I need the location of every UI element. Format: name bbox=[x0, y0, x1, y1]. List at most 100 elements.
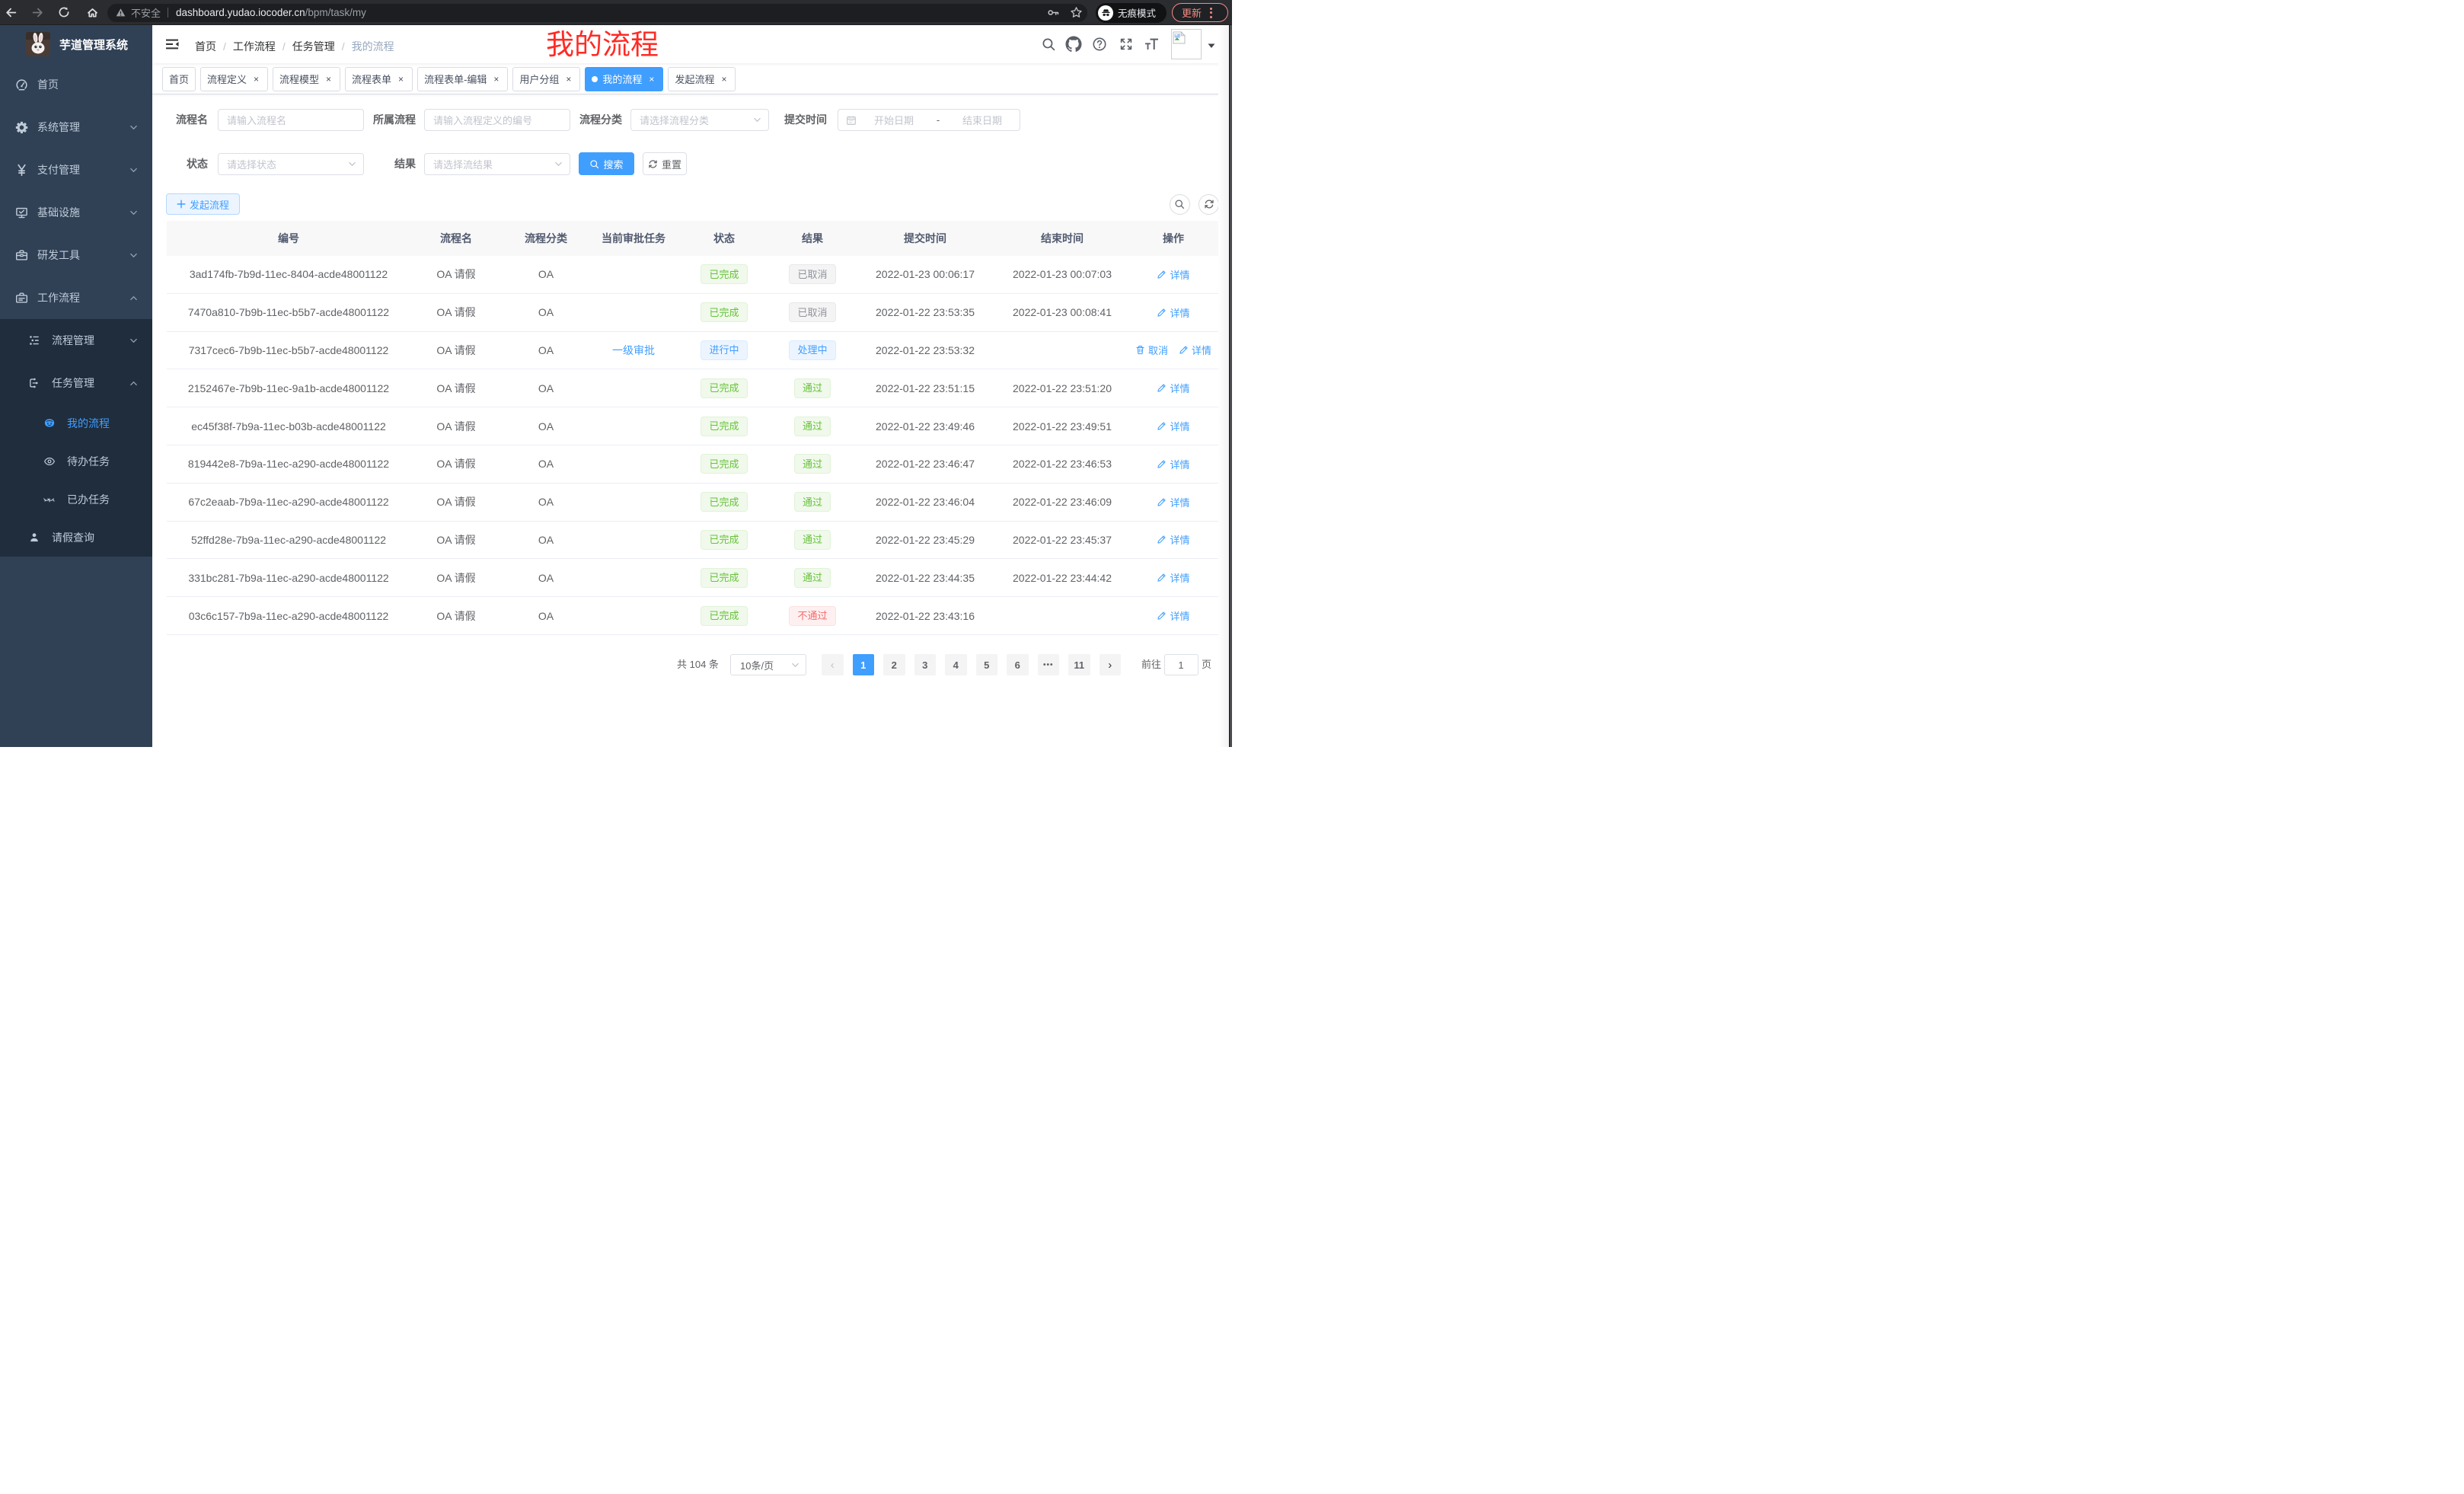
github-icon[interactable] bbox=[1066, 37, 1082, 53]
page-button[interactable]: ••• bbox=[1038, 654, 1060, 675]
detail-link[interactable]: 详情 bbox=[1157, 570, 1189, 585]
cell-result: 不通过 bbox=[771, 597, 854, 634]
address-bar[interactable]: 不安全 dashboard.yudao.iocoder.cn/bpm/task/… bbox=[107, 4, 1087, 22]
fullscreen-icon[interactable] bbox=[1119, 37, 1133, 51]
tag-close-icon[interactable]: × bbox=[396, 74, 406, 84]
tag-view-item[interactable]: 流程模型 × bbox=[273, 67, 340, 91]
browser-update-button[interactable]: 更新 bbox=[1172, 3, 1228, 22]
tag-close-icon[interactable]: × bbox=[251, 74, 261, 84]
refresh-table-button[interactable] bbox=[1198, 194, 1219, 215]
tag-close-icon[interactable]: × bbox=[491, 74, 501, 84]
user-avatar[interactable] bbox=[1171, 29, 1202, 59]
table-row: 7470a810-7b9b-11ec-b5b7-acde48001122 OA … bbox=[167, 294, 1219, 332]
sidebar-submenu-item[interactable]: 已办任务 bbox=[0, 480, 152, 519]
browser-menu-icon[interactable] bbox=[1210, 8, 1212, 18]
sidebar-menu-item[interactable]: 研发工具 bbox=[0, 234, 152, 276]
detail-link[interactable]: 详情 bbox=[1157, 381, 1189, 395]
detail-link[interactable]: 详情 bbox=[1157, 305, 1189, 320]
avatar-dropdown-caret-icon[interactable] bbox=[1207, 41, 1216, 50]
sidebar-submenu-item[interactable]: 任务管理 bbox=[0, 362, 152, 404]
sidebar-fold-icon[interactable] bbox=[164, 37, 180, 51]
browser-reload-button[interactable] bbox=[55, 3, 73, 21]
cancel-link[interactable]: 取消 bbox=[1135, 343, 1168, 357]
detail-link[interactable]: 详情 bbox=[1157, 419, 1189, 433]
show-search-toggle-button[interactable] bbox=[1170, 194, 1190, 215]
browser-back-button[interactable] bbox=[2, 3, 20, 21]
header-search-icon[interactable] bbox=[1042, 37, 1056, 52]
menu-item-label: 支付管理 bbox=[37, 162, 80, 177]
bookmark-star-icon[interactable] bbox=[1070, 6, 1083, 19]
page-button[interactable]: 6 bbox=[1007, 654, 1029, 675]
sidebar-submenu-item[interactable]: 流程管理 bbox=[0, 319, 152, 362]
broken-image-icon bbox=[1173, 31, 1186, 44]
page-button[interactable]: 2 bbox=[883, 654, 905, 675]
tag-close-icon[interactable]: × bbox=[646, 74, 656, 84]
filter-result-select[interactable]: 请选择流结果 bbox=[424, 153, 570, 175]
table-body: 3ad174fb-7b9d-11ec-8404-acde48001122 OA … bbox=[167, 256, 1219, 635]
sidebar-menu-item[interactable]: 基础设施 bbox=[0, 191, 152, 234]
tag-close-icon[interactable]: × bbox=[563, 74, 573, 84]
cell-status: 已完成 bbox=[677, 256, 771, 293]
browser-home-button[interactable] bbox=[83, 3, 101, 21]
detail-link[interactable]: 详情 bbox=[1157, 457, 1189, 471]
page-jump-input[interactable] bbox=[1164, 654, 1198, 675]
sidebar-menu-item[interactable]: 首页 bbox=[0, 63, 152, 106]
detail-link[interactable]: 详情 bbox=[1157, 532, 1189, 547]
tag-close-icon[interactable]: × bbox=[324, 74, 334, 84]
page-button[interactable]: 3 bbox=[914, 654, 937, 675]
search-button[interactable]: 搜索 bbox=[579, 152, 634, 175]
reset-button[interactable]: 重置 bbox=[643, 152, 687, 175]
breadcrumb-workflow[interactable]: 工作流程 bbox=[233, 39, 276, 54]
edit-pen-icon bbox=[1179, 345, 1189, 355]
detail-link[interactable]: 详情 bbox=[1157, 608, 1189, 623]
browser-forward-button[interactable] bbox=[28, 3, 46, 21]
detail-link[interactable]: 详情 bbox=[1157, 495, 1189, 509]
sidebar-logo[interactable]: 芋道管理系统 bbox=[0, 25, 152, 63]
tag-view-item[interactable]: 发起流程 × bbox=[668, 67, 736, 91]
page-button[interactable]: 1 bbox=[853, 654, 875, 675]
sidebar-submenu-item[interactable]: 我的流程 bbox=[0, 404, 152, 442]
cell-status: 已完成 bbox=[677, 294, 771, 331]
current-task-link[interactable]: 一级审批 bbox=[612, 343, 655, 358]
page-button[interactable]: › bbox=[1100, 654, 1122, 675]
detail-link[interactable]: 详情 bbox=[1157, 267, 1189, 282]
sidebar-menu-item[interactable]: 工作流程 bbox=[0, 276, 152, 319]
password-key-icon[interactable] bbox=[1047, 6, 1060, 19]
table-row: 67c2eaab-7b9a-11ec-a290-acde48001122 OA … bbox=[167, 484, 1219, 522]
sidebar-menu-item[interactable]: 系统管理 bbox=[0, 106, 152, 148]
cell-end-time: 2022-01-22 23:46:53 bbox=[997, 445, 1128, 483]
font-size-icon[interactable] bbox=[1144, 37, 1159, 51]
filter-date-range-picker[interactable]: 开始日期 - 结束日期 bbox=[838, 109, 1020, 131]
tag-view-item[interactable]: 流程表单 × bbox=[345, 67, 413, 91]
tag-view-item[interactable]: 流程定义 × bbox=[200, 67, 268, 91]
sidebar-menu-item[interactable]: 支付管理 bbox=[0, 148, 152, 191]
table-row: ec45f38f-7b9a-11ec-b03b-acde48001122 OA … bbox=[167, 407, 1219, 445]
scrollbar-gutter[interactable] bbox=[1218, 25, 1230, 747]
col-header-name: 流程名 bbox=[410, 221, 502, 256]
pager: ‹ 1 2 3 4 5 6 ••• 11 › bbox=[822, 654, 1121, 675]
sidebar-submenu-item[interactable]: 待办任务 bbox=[0, 442, 152, 480]
breadcrumb-home[interactable]: 首页 bbox=[195, 39, 216, 54]
cell-result: 通过 bbox=[771, 407, 854, 445]
tag-view-item[interactable]: 首页 bbox=[162, 67, 196, 91]
help-icon[interactable] bbox=[1093, 37, 1107, 52]
tag-view-item[interactable]: 用户分组 × bbox=[512, 67, 580, 91]
sidebar-submenu-item[interactable]: 请假查询 bbox=[0, 519, 152, 557]
page-size-select[interactable]: 10条/页 bbox=[730, 654, 806, 675]
page-button[interactable]: 4 bbox=[945, 654, 967, 675]
breadcrumb-task[interactable]: 任务管理 bbox=[292, 39, 335, 54]
cell-end-time: 2022-01-23 00:08:41 bbox=[997, 294, 1128, 331]
page-button[interactable]: 11 bbox=[1068, 654, 1090, 675]
cell-process-id: 3ad174fb-7b9d-11ec-8404-acde48001122 bbox=[167, 256, 410, 293]
cell-current-task bbox=[590, 522, 677, 559]
tag-close-icon[interactable]: × bbox=[719, 74, 729, 84]
cell-process-name: OA 请假 bbox=[410, 559, 502, 596]
tag-view-item[interactable]: 我的流程 × bbox=[585, 67, 663, 91]
tag-view-item[interactable]: 流程表单-编辑 × bbox=[417, 67, 508, 91]
page-button[interactable]: ‹ bbox=[822, 654, 844, 675]
menu-item-icon bbox=[15, 164, 28, 177]
create-process-button[interactable]: 发起流程 bbox=[166, 193, 240, 215]
page-button[interactable]: 5 bbox=[976, 654, 998, 675]
detail-link[interactable]: 详情 bbox=[1179, 343, 1211, 357]
tag-label: 首页 bbox=[169, 72, 189, 86]
